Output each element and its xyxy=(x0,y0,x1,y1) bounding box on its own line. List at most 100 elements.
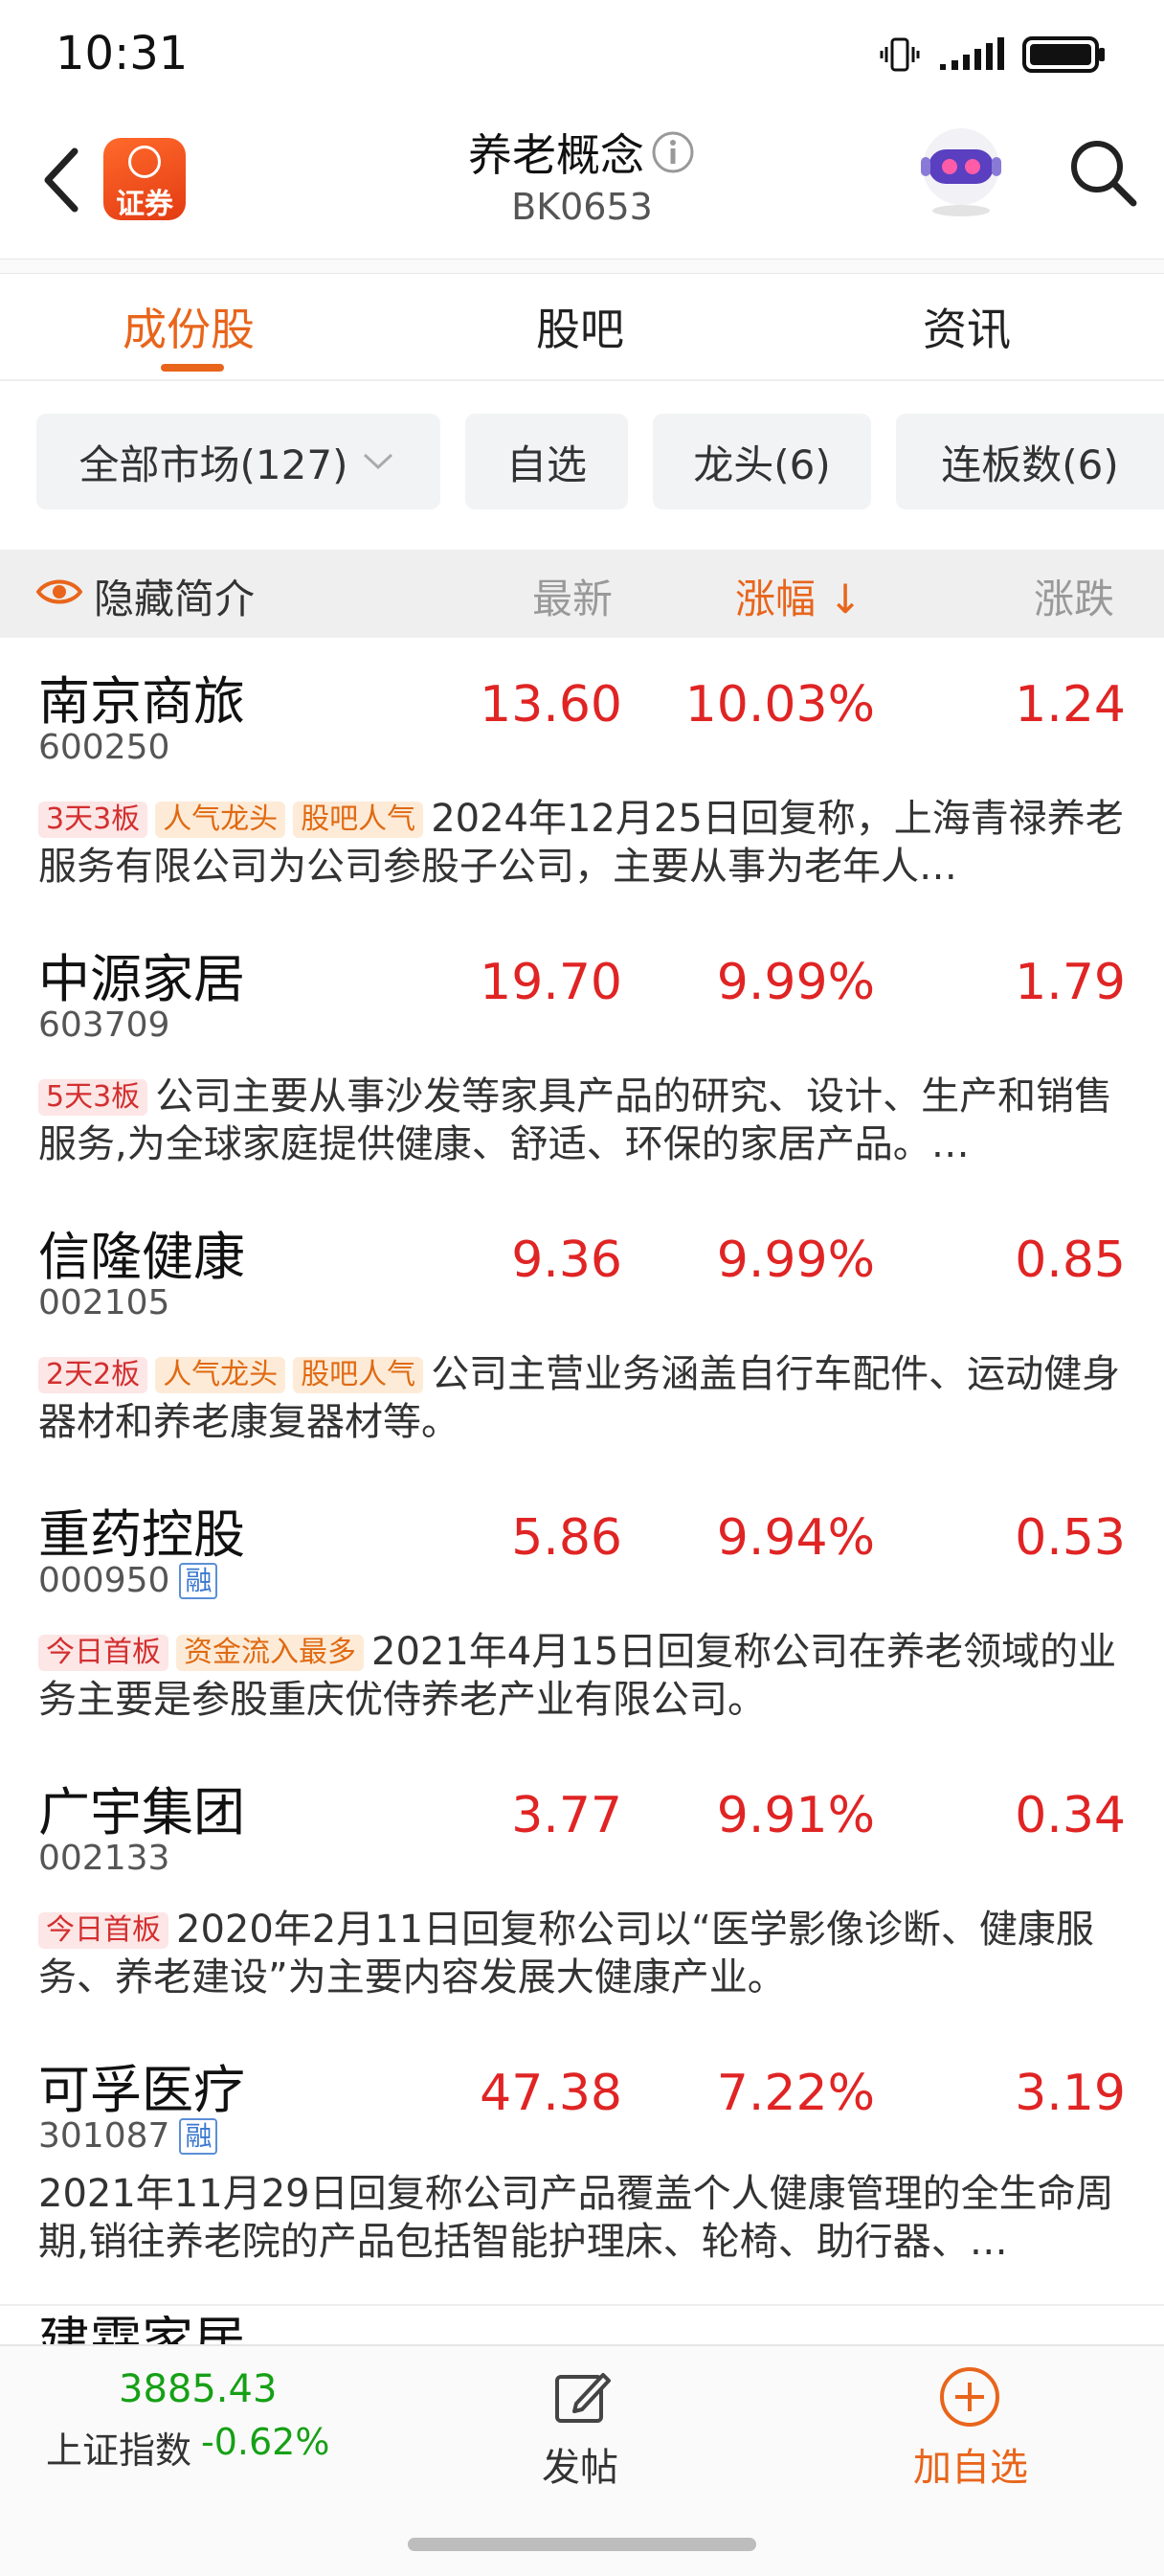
stock-description: 3天3板 人气龙头 股吧人气 2024年12月25日回复称，上海青禄养老服务有限公司为… xyxy=(38,795,1130,891)
stock-name: 可孚医疗 xyxy=(38,2060,245,2120)
stock-price: 3.77 xyxy=(511,1787,622,1844)
margin-badge: 融 xyxy=(179,2117,218,2155)
sort-desc-icon: ↓ xyxy=(828,576,862,622)
tab-bar: 成份股 股吧 资讯 xyxy=(0,274,1164,381)
stock-row[interactable]: 信隆健康 002105 9.36 9.99% 0.85 2天2板 人气龙头 股吧人气… xyxy=(0,1193,1164,1473)
stock-change-pct: 9.91% xyxy=(716,1787,875,1844)
stock-change: 0.34 xyxy=(1015,1787,1126,1844)
status-icons xyxy=(879,34,1107,75)
stock-name: 中源家居 xyxy=(38,949,245,1009)
add-watchlist-button[interactable]: 加自选 xyxy=(913,2436,1028,2492)
add-circle-icon[interactable] xyxy=(938,2365,1001,2429)
tag-most-inflow: 资金流入最多 xyxy=(176,1635,364,1671)
margin-badge: 融 xyxy=(179,1562,218,1599)
tag-consecutive: 2天2板 xyxy=(38,1357,148,1393)
stock-price: 47.38 xyxy=(480,2065,622,2122)
header-divider xyxy=(0,259,1164,274)
tag-popular-leader: 人气龙头 xyxy=(155,1357,286,1393)
status-bar: 10:31 xyxy=(0,0,1164,105)
page-title: 养老概念 xyxy=(468,129,644,181)
signal-icon xyxy=(940,37,1004,70)
stock-code-wrap: 000950 融 xyxy=(38,1561,218,1600)
stock-change-pct: 9.99% xyxy=(716,1232,875,1289)
stock-code: 600250 xyxy=(38,728,170,767)
hide-intro-toggle[interactable]: 隐藏简介 xyxy=(94,567,255,625)
stock-name: 信隆健康 xyxy=(38,1227,245,1287)
col-change[interactable]: 涨跌 xyxy=(1034,567,1114,625)
filter-leaders[interactable]: 龙头(6) xyxy=(653,414,871,509)
stock-change: 1.79 xyxy=(1015,954,1126,1011)
filter-all-markets-label: 全部市场(127) xyxy=(78,441,348,488)
column-header: 隐藏简介 最新 涨幅 ↓ 涨跌 xyxy=(0,550,1164,638)
stock-change: 0.85 xyxy=(1015,1232,1126,1289)
stock-row[interactable]: 可孚医疗 301087 融 47.38 7.22% 3.19 2021年11月29… xyxy=(0,2026,1164,2306)
home-indicator[interactable] xyxy=(408,2538,756,2551)
stock-description: 今日首板 2020年2月11日回复称公司以“医学影像诊断、健康服务、养老建设”为主… xyxy=(38,1906,1130,2001)
stock-change-pct: 7.22% xyxy=(716,2065,875,2122)
stock-change-pct: 9.94% xyxy=(716,1509,875,1567)
stock-code-wrap: 600250 xyxy=(38,728,169,767)
filter-all-markets[interactable]: 全部市场(127) xyxy=(36,414,440,509)
search-icon[interactable] xyxy=(1064,134,1141,211)
filter-consecutive-limit[interactable]: 连板数(6) xyxy=(896,414,1164,509)
filter-watchlist[interactable]: 自选 xyxy=(465,414,628,509)
stock-code: 002133 xyxy=(38,1839,170,1878)
robot-avatar-icon[interactable] xyxy=(915,115,1007,220)
stock-row[interactable]: 中源家居 603709 19.70 9.99% 1.79 5天3板 公司主要从事沙… xyxy=(0,915,1164,1195)
vibrate-icon xyxy=(880,37,920,72)
stock-change-pct: 9.99% xyxy=(716,954,875,1011)
col-change-pct-label: 涨幅 xyxy=(735,576,817,622)
tag-consecutive: 3天3板 xyxy=(38,802,148,838)
tag-first-limit: 今日首板 xyxy=(38,1635,168,1671)
eye-icon[interactable] xyxy=(36,573,82,611)
tag-first-limit: 今日首板 xyxy=(38,1912,168,1949)
top-header: 证券 养老概念 BK0653 xyxy=(0,105,1164,259)
stock-name: 重药控股 xyxy=(38,1504,245,1565)
col-change-pct[interactable]: 涨幅 ↓ xyxy=(735,567,862,625)
stock-price: 13.60 xyxy=(480,676,622,734)
stock-price: 19.70 xyxy=(480,954,622,1011)
stock-change: 3.19 xyxy=(1015,2065,1126,2122)
stock-price: 5.86 xyxy=(511,1509,622,1567)
index-change[interactable]: -0.62% xyxy=(201,2421,329,2463)
stock-row[interactable]: 南京商旅 600250 13.60 10.03% 1.24 3天3板 人气龙头 股吧… xyxy=(0,638,1164,917)
stock-code: 603709 xyxy=(38,1006,170,1045)
stock-name: 南京商旅 xyxy=(38,671,245,732)
stock-code-wrap: 002105 xyxy=(38,1283,169,1322)
stock-code: 002105 xyxy=(38,1283,170,1322)
status-time: 10:31 xyxy=(56,27,189,80)
filter-bar: 全部市场(127) 自选 龙头(6) 连板数(6) xyxy=(0,414,1164,513)
info-circle-icon[interactable] xyxy=(650,129,696,175)
stock-name: 广宇集团 xyxy=(38,1782,245,1842)
stock-code-wrap: 603709 xyxy=(38,1006,169,1045)
col-latest-price[interactable]: 最新 xyxy=(532,567,613,625)
stock-description: 2021年11月29日回复称公司产品覆盖个人健康管理的全生命周期,销往养老院的产… xyxy=(38,2170,1130,2266)
stock-description: 2天2板 人气龙头 股吧人气 公司主营业务涵盖自行车配件、运动健身器材和养老康复器材等… xyxy=(38,1350,1130,1446)
stock-change: 1.24 xyxy=(1015,676,1126,734)
stock-row-partial[interactable]: 建霖家居 xyxy=(38,2316,245,2344)
index-value[interactable]: 3885.43 xyxy=(119,2367,277,2411)
tag-forum-popular: 股吧人气 xyxy=(293,1357,424,1393)
stock-code: 000950 xyxy=(38,1561,170,1600)
post-button[interactable]: 发帖 xyxy=(542,2436,618,2492)
stock-change-pct: 10.03% xyxy=(684,676,875,734)
stock-code: 301087 xyxy=(38,2116,170,2156)
index-name[interactable]: 上证指数 xyxy=(46,2421,191,2474)
tag-popular-leader: 人气龙头 xyxy=(155,802,286,838)
active-tab-indicator xyxy=(161,364,224,372)
tag-consecutive: 5天3板 xyxy=(38,1079,148,1116)
stock-price: 9.36 xyxy=(511,1232,622,1289)
stock-row[interactable]: 广宇集团 002133 3.77 9.91% 0.34 今日首板 2020年2月1… xyxy=(0,1749,1164,2028)
edit-post-icon[interactable] xyxy=(551,2367,613,2429)
stock-code-wrap: 301087 融 xyxy=(38,2116,218,2156)
stock-row[interactable]: 重药控股 000950 融 5.86 9.94% 0.53 今日首板 资金流入最多 2… xyxy=(0,1471,1164,1751)
description-text: 公司主要从事沙发等家具产品的研究、设计、生产和销售服务,为全球家庭提供健康、舒适… xyxy=(38,1074,1113,1166)
tag-forum-popular: 股吧人气 xyxy=(293,802,424,838)
stock-code-wrap: 002133 xyxy=(38,1839,169,1878)
stock-description: 5天3板 公司主要从事沙发等家具产品的研究、设计、生产和销售服务,为全球家庭提供健… xyxy=(38,1073,1130,1168)
tab-forum[interactable]: 股吧 xyxy=(536,295,624,358)
description-text: 2020年2月11日回复称公司以“医学影像诊断、健康服务、养老建设”为主要内容发… xyxy=(38,1908,1094,2000)
tab-news[interactable]: 资讯 xyxy=(923,295,1011,358)
tab-constituents[interactable]: 成份股 xyxy=(123,295,255,358)
stock-change: 0.53 xyxy=(1015,1509,1126,1567)
